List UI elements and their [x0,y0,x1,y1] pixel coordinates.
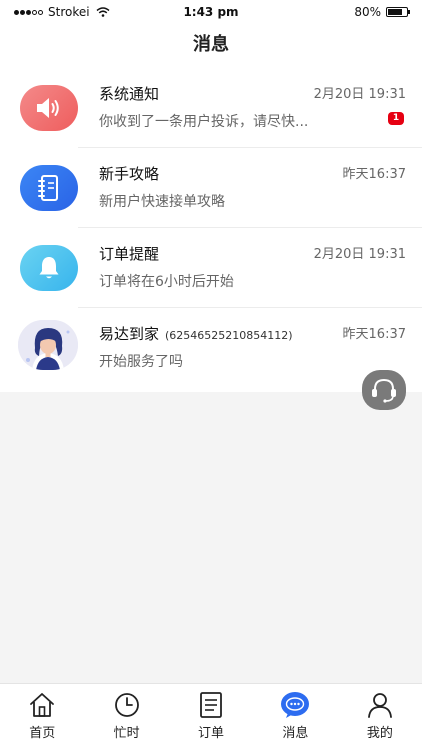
status-bar: Strokei 1:43 pm 80% [0,0,422,24]
bell-icon [20,245,78,291]
message-time: 2月20日 19:31 [313,87,406,102]
tab-label: 忙时 [113,726,140,741]
tab-home[interactable]: 首页 [0,684,84,751]
tab-bar: 首页 忙时 订单 消息 我的 [0,683,422,751]
message-item-system-notice[interactable]: 系统通知 2月20日 19:31 你收到了一条用户投诉，请尽快... 1 [0,68,422,148]
message-preview: 你收到了一条用户投诉，请尽快... [99,114,309,130]
message-time: 2月20日 19:31 [313,247,406,262]
battery-percent: 80% [354,5,381,19]
message-subtitle: (62546525210854112) [165,329,293,342]
message-title: 易达到家 (62546525210854112) [99,323,293,344]
tab-label: 消息 [282,726,309,741]
message-preview: 订单将在6小时后开始 [99,274,234,290]
battery-icon [386,7,410,17]
unread-badge: 1 [388,112,404,125]
message-item-beginner-guide[interactable]: 新手攻略 昨天16:37 新用户快速接单攻略 [0,148,422,228]
message-list: 系统通知 2月20日 19:31 你收到了一条用户投诉，请尽快... 1 新手攻… [0,68,422,392]
message-item-yida-daojia[interactable]: 易达到家 (62546525210854112) 昨天16:37 开始服务了吗 [0,308,422,392]
user-icon [367,693,392,718]
chat-bubble-icon [281,692,310,718]
home-icon [30,693,55,717]
tab-label: 我的 [366,726,393,741]
tab-label: 首页 [29,726,56,741]
notebook-icon [20,165,78,211]
tab-messages[interactable]: 消息 [253,684,337,751]
message-time: 昨天16:37 [342,327,406,342]
message-title: 新手攻略 [99,165,160,183]
message-time: 昨天16:37 [342,167,406,182]
message-title: 系统通知 [99,85,160,103]
message-preview: 开始服务了吗 [99,354,183,370]
tab-busy-time[interactable]: 忙时 [84,684,168,751]
message-title-text: 易达到家 [99,325,160,343]
page-title: 消息 [0,24,422,69]
order-list-icon [200,692,222,718]
tab-profile[interactable]: 我的 [338,684,422,751]
message-item-order-reminder[interactable]: 订单提醒 2月20日 19:31 订单将在6小时后开始 [0,228,422,308]
megaphone-icon [20,85,78,131]
headset-icon [372,378,396,403]
message-preview: 新用户快速接单攻略 [99,194,225,210]
person-avatar [18,320,78,370]
status-right: 80% [354,5,410,19]
message-title: 订单提醒 [99,245,160,263]
customer-service-button[interactable] [362,370,406,410]
tab-orders[interactable]: 订单 [169,684,253,751]
clock-icon [114,693,139,717]
tab-label: 订单 [198,726,225,741]
